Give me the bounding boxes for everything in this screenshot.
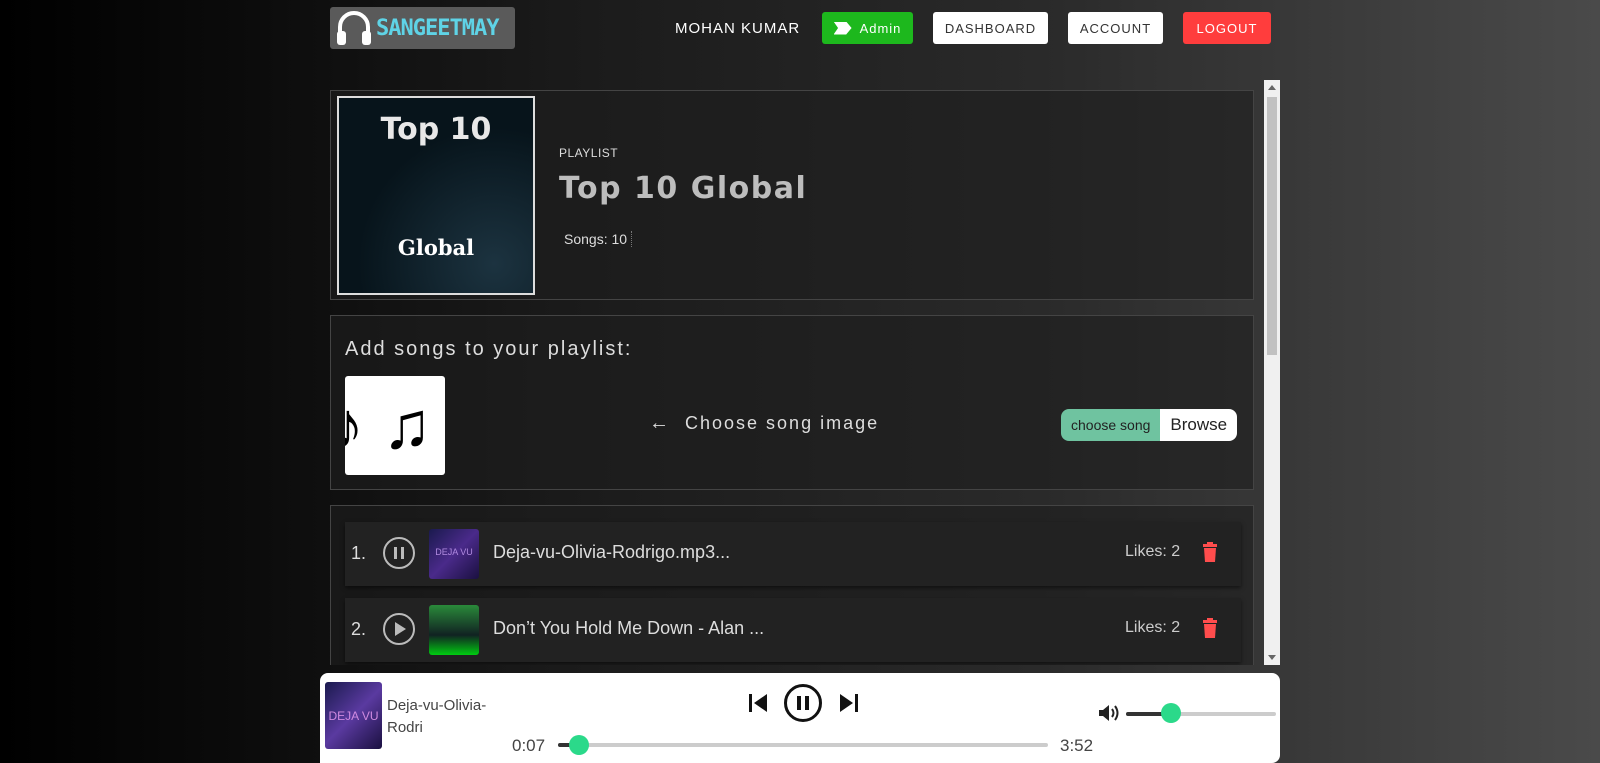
list-item[interactable]: 1. DEJA VU Deja-vu-Olivia-Rodrigo.mp3...…	[345, 522, 1241, 586]
main-content: Top 10 Global PLAYLIST Top 10 Global Son…	[328, 80, 1280, 665]
song-name: Don’t You Hold Me Down - Alan ...	[493, 618, 765, 638]
total-time: 3:52	[1060, 736, 1094, 755]
song-thumbnail	[429, 605, 479, 655]
add-songs-title: Add songs to your playlist:	[345, 338, 633, 360]
volume-icon[interactable]	[1098, 703, 1120, 723]
progress-slider[interactable]	[558, 735, 1048, 755]
arrow-left-icon: ←	[649, 412, 671, 434]
pause-button[interactable]	[784, 684, 822, 722]
playlist-cover: Top 10 Global	[337, 96, 535, 295]
playlist-type-label: PLAYLIST	[559, 146, 619, 160]
song-name: Deja-vu-Olivia-Rodrigo.mp3...	[493, 542, 731, 562]
audio-player: DEJA VU Deja-vu-Olivia-Rodri 0:07 3:52	[320, 673, 1280, 763]
volume-handle[interactable]	[1161, 703, 1181, 723]
choose-image-label: Choose song image	[685, 413, 880, 433]
thumbnail-text: DEJA VU	[435, 547, 473, 557]
account-button[interactable]: ACCOUNT	[1068, 12, 1163, 44]
scroll-up-icon[interactable]	[1268, 85, 1276, 90]
app-logo[interactable]: SANGEETMAY	[330, 7, 515, 49]
pause-icon	[797, 696, 809, 710]
headphones-icon	[337, 11, 371, 45]
browse-button[interactable]: Browse	[1160, 409, 1238, 441]
music-notes-icon[interactable]: ♪ ♫	[345, 376, 445, 475]
pause-button[interactable]	[383, 537, 415, 569]
tag-icon	[833, 21, 852, 35]
current-time: 0:07	[512, 736, 546, 755]
pause-icon	[394, 547, 404, 559]
skip-previous-icon[interactable]	[748, 693, 768, 713]
song-index: 2.	[351, 619, 367, 639]
song-thumbnail: DEJA VU	[429, 529, 479, 579]
main-scrollbar[interactable]	[1264, 80, 1280, 665]
dashboard-button[interactable]: DASHBOARD	[933, 12, 1048, 44]
admin-button[interactable]: Admin	[822, 12, 913, 44]
cover-title: Top 10	[380, 112, 492, 147]
song-index: 1.	[351, 543, 367, 563]
cover-subtitle: Global	[397, 235, 475, 260]
list-item[interactable]: 2. Don’t You Hold Me Down - Alan ... Lik…	[345, 598, 1241, 662]
playlist-title: Top 10 Global	[559, 171, 808, 206]
progress-handle[interactable]	[568, 735, 589, 755]
volume-slider[interactable]	[1126, 703, 1276, 723]
scroll-thumb[interactable]	[1267, 97, 1277, 355]
now-playing-title: Deja-vu-Olivia-Rodri	[387, 697, 487, 736]
play-button[interactable]	[383, 613, 415, 645]
trash-icon[interactable]	[1202, 542, 1218, 562]
now-playing-thumbnail: DEJA VU	[325, 682, 382, 749]
choose-song-label[interactable]: choose song	[1061, 409, 1161, 441]
play-icon	[395, 622, 406, 636]
logout-button[interactable]: LOGOUT	[1183, 12, 1271, 44]
song-list: 1. DEJA VU Deja-vu-Olivia-Rodrigo.mp3...…	[330, 505, 1254, 665]
song-likes: Likes: 2	[1125, 543, 1181, 560]
choose-image-hint: ← Choose song image	[649, 412, 879, 435]
songs-count: Songs: 10	[564, 231, 633, 247]
admin-label: Admin	[859, 20, 902, 36]
logo-text: SANGEETMAY	[376, 15, 499, 41]
skip-next-icon[interactable]	[839, 693, 859, 713]
song-likes: Likes: 2	[1125, 619, 1181, 636]
song-file-input[interactable]: choose song Browse	[1061, 409, 1238, 441]
user-name: MOHAN KUMAR	[675, 20, 801, 37]
scroll-down-icon[interactable]	[1268, 655, 1276, 660]
top-nav: SANGEETMAY MOHAN KUMAR Admin DASHBOARD A…	[0, 0, 1600, 60]
trash-icon[interactable]	[1202, 618, 1218, 638]
playlist-header: Top 10 Global PLAYLIST Top 10 Global Son…	[330, 90, 1254, 300]
add-songs-panel: Add songs to your playlist: ♪ ♫ ← Choose…	[330, 315, 1254, 490]
thumbnail-text: DEJA VU	[328, 709, 379, 723]
